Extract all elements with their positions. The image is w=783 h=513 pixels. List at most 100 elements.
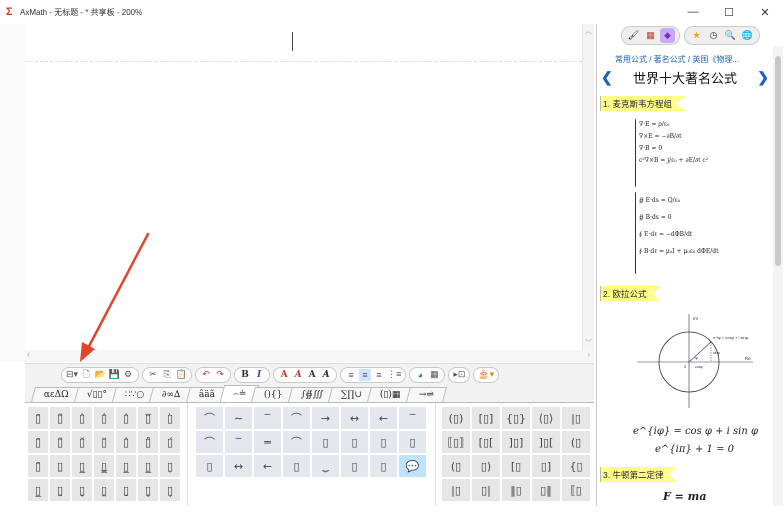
brackets-symbol[interactable]: ‖▯ <box>502 479 530 501</box>
panel-scroll-thumb[interactable] <box>775 56 781 266</box>
overunder-symbol[interactable]: ▯ <box>370 455 397 477</box>
overunder-symbol[interactable]: ‾ <box>225 431 252 453</box>
brackets-symbol[interactable]: |▯ <box>562 407 590 429</box>
next-page-button[interactable]: ❯ <box>757 69 769 86</box>
accents-symbol[interactable]: ▯̂ <box>116 431 136 453</box>
overunder-symbol[interactable]: ↔ <box>341 407 368 429</box>
align-right-button[interactable]: ≡ <box>373 369 385 381</box>
brackets-symbol[interactable]: ]▯] <box>502 431 530 453</box>
font-italic-color-button[interactable]: A <box>292 369 304 381</box>
save-button[interactable]: 💾 <box>108 369 120 381</box>
accents-symbol[interactable]: ▯̂ <box>72 407 92 429</box>
align-center-button[interactable]: ≡ <box>359 368 372 381</box>
brush-icon[interactable]: 🖌 <box>626 28 641 43</box>
accents-symbol[interactable]: ▯̅ <box>138 407 158 429</box>
brackets-symbol[interactable]: ▯‖ <box>532 479 560 501</box>
accents-symbol[interactable]: ▯̂ <box>116 407 136 429</box>
brackets-symbol[interactable]: {▯} <box>502 407 530 429</box>
accents-symbol[interactable]: ▯̬ <box>72 479 92 501</box>
overunder-symbol[interactable]: ← <box>254 455 281 477</box>
new-file-button[interactable]: 🗋 <box>80 369 92 381</box>
accents-symbol[interactable]: ▯̀ <box>160 407 180 429</box>
prev-page-button[interactable]: ❮ <box>601 69 613 86</box>
overunder-symbol[interactable]: ▯ <box>370 431 397 453</box>
paste-button[interactable]: 📋 <box>175 369 187 381</box>
section-maxwell[interactable]: 1. 麦克斯韦方程组 <box>600 96 686 111</box>
overunder-symbol[interactable]: ▯ <box>283 455 310 477</box>
editor-horizontal-scrollbar[interactable]: ‹ › <box>25 350 594 362</box>
font-serif-button[interactable]: A <box>306 369 318 381</box>
overunder-symbol[interactable]: ▯ <box>399 431 426 453</box>
editor-vertical-scrollbar[interactable]: ︿ ﹀ <box>582 24 594 350</box>
maxwell-integral-formula[interactable]: ∯ E·ds = Q/ε₀ ∯ B·ds = 0 ∮ E·dℓ = −dΦB/dt ∮… <box>635 192 765 276</box>
accents-symbol[interactable]: ▯̌ <box>72 431 92 453</box>
overunder-symbol[interactable]: → <box>312 407 339 429</box>
brackets-symbol[interactable]: ⟨▯⟩ <box>532 407 560 429</box>
section-newton[interactable]: 3. 牛顿第二定律 <box>600 467 678 482</box>
overunder-symbol[interactable]: 💬 <box>399 455 426 477</box>
editor-canvas[interactable] <box>25 24 582 350</box>
tab-10[interactable]: →⇌ <box>405 387 447 402</box>
search-icon[interactable]: 🔍 <box>723 28 738 43</box>
panel-scrollbar[interactable] <box>773 46 783 506</box>
brackets-symbol[interactable]: ▯) <box>472 455 500 477</box>
brackets-symbol[interactable]: ▯| <box>472 479 500 501</box>
brackets-symbol[interactable]: [▯] <box>472 407 500 429</box>
brackets-symbol[interactable]: ⟦▯⟧ <box>442 431 470 453</box>
overunder-symbol[interactable]: ↔ <box>225 455 252 477</box>
accents-symbol[interactable]: ▯̄ <box>28 431 48 453</box>
overunder-symbol[interactable]: ▯ <box>196 455 223 477</box>
insert-box-button[interactable]: ▸⊡ <box>453 369 465 381</box>
scroll-down-icon[interactable]: ﹀ <box>585 338 592 348</box>
brackets-symbol[interactable]: ]▯[ <box>532 431 560 453</box>
close-button[interactable]: ✕ <box>747 0 783 24</box>
accents-symbol[interactable]: ▯̦ <box>160 455 180 477</box>
brackets-symbol[interactable]: ⟦▯ <box>562 479 590 501</box>
scroll-left-icon[interactable]: ‹ <box>27 350 30 359</box>
accents-symbol[interactable]: ▯̳ <box>94 455 114 477</box>
brackets-symbol[interactable]: |▯ <box>442 479 470 501</box>
overunder-symbol[interactable]: ⏟ <box>312 455 339 477</box>
settings-button[interactable]: ⚙ <box>122 369 134 381</box>
font-serif-italic-button[interactable]: A <box>320 369 332 381</box>
overunder-symbol[interactable]: ═ <box>254 431 281 453</box>
overunder-symbol[interactable]: ⌒ <box>283 407 310 429</box>
accents-symbol[interactable]: ▯̭ <box>94 479 114 501</box>
globe-icon[interactable]: 🌐 <box>740 28 755 43</box>
color-picker-button[interactable]: ◕ <box>414 369 426 381</box>
brackets-symbol[interactable]: [▯ <box>502 455 530 477</box>
star-icon[interactable]: ★ <box>689 28 704 43</box>
overunder-symbol[interactable]: ⌒ <box>283 431 310 453</box>
open-file-button[interactable]: 📂 <box>94 369 106 381</box>
accents-symbol[interactable]: ▯̃ <box>50 431 70 453</box>
accents-symbol[interactable]: ▯̆ <box>94 431 114 453</box>
section-euler[interactable]: 2. 欧拉公式 <box>600 286 661 301</box>
accents-symbol[interactable]: ▯̮ <box>116 479 136 501</box>
accents-symbol[interactable]: ▯̂ <box>94 407 114 429</box>
overunder-symbol[interactable]: ‾ <box>399 407 426 429</box>
overunder-symbol[interactable]: ∼ <box>225 407 252 429</box>
newton-formula[interactable]: F = ma <box>663 490 706 503</box>
accents-symbol[interactable]: ▯́ <box>160 431 180 453</box>
brackets-symbol[interactable]: {▯ <box>562 455 590 477</box>
accents-symbol[interactable]: ▯̊ <box>138 431 158 453</box>
library-icon[interactable]: ◆ <box>660 27 675 43</box>
euler-formula[interactable]: e^{iφ} = cos φ + i sin φ <box>633 426 758 437</box>
brackets-symbol[interactable]: ▯] <box>532 455 560 477</box>
align-justify-button[interactable]: ⋮≡ <box>387 369 401 381</box>
scroll-up-icon[interactable]: ︿ <box>585 26 592 36</box>
minimize-button[interactable]: — <box>675 0 711 24</box>
copy-button[interactable]: ⎘ <box>161 369 173 381</box>
insert-menu-button[interactable]: ⊟▾ <box>66 369 78 381</box>
accents-symbol[interactable]: ▯̲ <box>138 455 158 477</box>
accents-symbol[interactable]: ▯̄ <box>28 407 48 429</box>
maximize-button[interactable]: ☐ <box>711 0 747 24</box>
brackets-symbol[interactable]: (▯ <box>562 431 590 453</box>
overunder-symbol[interactable]: ▯ <box>341 455 368 477</box>
align-left-button[interactable]: ≡ <box>345 369 357 381</box>
history-icon[interactable]: ◷ <box>706 28 721 43</box>
brackets-symbol[interactable]: [▯[ <box>472 431 500 453</box>
overunder-symbol[interactable]: ▯ <box>312 431 339 453</box>
grid-icon[interactable]: ▦ <box>643 28 658 43</box>
bold-button[interactable]: B <box>239 369 251 381</box>
